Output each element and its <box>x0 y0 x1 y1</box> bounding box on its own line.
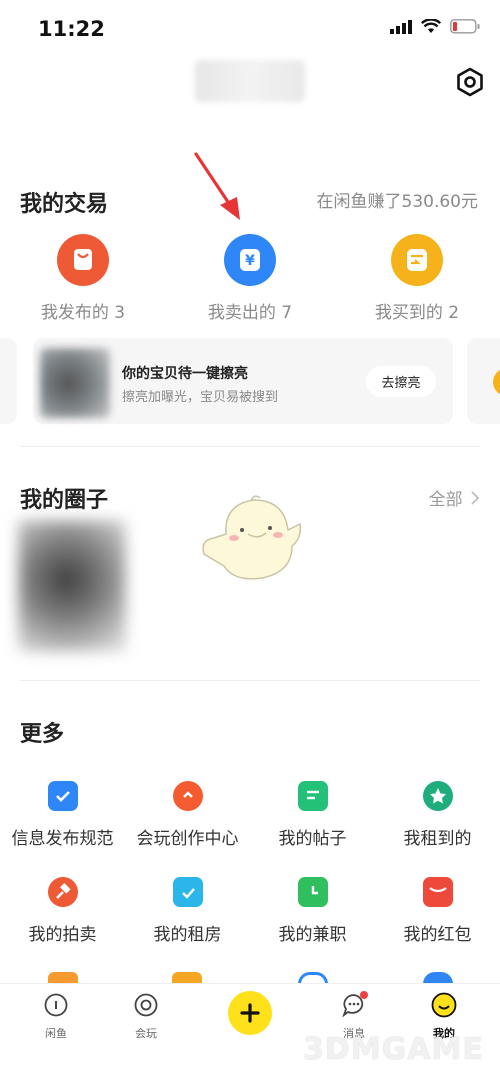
grid-item-label: 我的红包 <box>403 925 472 945</box>
yuan-icon: ¥ <box>224 234 276 286</box>
target-icon <box>134 993 158 1017</box>
more-section-title: 更多 <box>20 722 65 747</box>
trade-section-title: 我的交易 <box>20 192 109 217</box>
promo-subtitle: 擦亮加曝光，宝贝易被搜到 <box>122 390 279 405</box>
all-link-label: 全部 <box>428 490 463 510</box>
grid-item-my-housing[interactable]: 我的租房 <box>125 877 250 945</box>
trade-published-label: 我发布的 3 <box>40 303 126 323</box>
divider <box>20 680 480 681</box>
grid-item-label: 我的帖子 <box>278 829 347 849</box>
grid-item-label: 信息发布规范 <box>11 829 114 849</box>
promo-title: 你的宝贝待一键擦亮 <box>122 366 248 382</box>
grid-item-label: 我的拍卖 <box>28 925 97 945</box>
cellular-signal-icon <box>390 19 412 34</box>
trade-sold[interactable]: ¥ 我卖出的 7 <box>185 234 315 323</box>
unread-dot <box>360 991 368 999</box>
clock-bag-icon <box>297 877 328 907</box>
status-time: 11:22 <box>38 17 105 41</box>
publish-button[interactable] <box>228 991 272 1035</box>
grid-item-my-auctions[interactable]: 我的拍卖 <box>0 877 125 945</box>
nav-tab-huiwan[interactable]: 会玩 <box>116 992 176 1041</box>
trade-bought[interactable]: 我买到的 2 <box>352 234 482 323</box>
earnings-text[interactable]: 在闲鱼赚了530.60元 <box>317 187 478 212</box>
post-icon <box>297 781 328 811</box>
house-icon <box>172 877 203 907</box>
red-arrow-annotation <box>194 152 240 220</box>
receipt-icon <box>391 234 443 286</box>
bag-icon <box>57 234 109 286</box>
carousel-prev-card[interactable] <box>0 338 17 424</box>
divider <box>20 446 480 447</box>
status-icons <box>390 19 480 34</box>
grid-item-creator-center[interactable]: 会玩创作中心 <box>125 781 250 849</box>
circle-avatar-blurred[interactable] <box>18 520 126 652</box>
polish-button[interactable]: 去擦亮 <box>366 366 436 397</box>
grid-item-my-posts[interactable]: 我的帖子 <box>250 781 375 849</box>
redpacket-icon <box>422 877 453 907</box>
plus-icon <box>240 1003 260 1023</box>
check-shield-icon <box>47 781 78 811</box>
trade-sold-label: 我卖出的 7 <box>207 303 293 323</box>
trade-bought-label: 我买到的 2 <box>374 303 460 323</box>
svg-text:¥: ¥ <box>245 253 255 269</box>
settings-hex-icon[interactable] <box>455 67 485 97</box>
grid-item-label: 我的租房 <box>153 925 222 945</box>
nav-tab-xianyu[interactable]: 闲鱼 <box>26 992 86 1041</box>
grid-item-label: 我的兼职 <box>278 925 347 945</box>
nav-label: 闲鱼 <box>45 1027 67 1040</box>
grid-item-label: 会玩创作中心 <box>136 829 239 849</box>
grid-item-my-rented[interactable]: 我租到的 <box>375 781 500 849</box>
hammer-icon <box>47 877 78 907</box>
coin-icon <box>493 368 500 396</box>
chat-icon <box>342 991 368 1018</box>
battery-low-icon <box>450 19 480 34</box>
bulb-icon <box>172 781 203 811</box>
smile-icon <box>431 992 457 1018</box>
trade-published[interactable]: 我发布的 3 <box>18 234 148 323</box>
carousel-next-card[interactable] <box>467 338 500 424</box>
grid-item-publish-rules[interactable]: 信息发布规范 <box>0 781 125 849</box>
nav-label: 会玩 <box>135 1027 157 1040</box>
watermark: 3DMGAME <box>303 1032 484 1067</box>
circles-section-title: 我的圈子 <box>20 488 109 513</box>
wifi-icon <box>421 19 441 33</box>
home-icon <box>44 993 68 1017</box>
grid-item-my-redpacket[interactable]: 我的红包 <box>375 877 500 945</box>
grid-item-my-parttime[interactable]: 我的兼职 <box>250 877 375 945</box>
badge-icon <box>422 781 453 811</box>
circles-all-link[interactable]: 全部 <box>429 485 480 510</box>
profile-name-blurred[interactable] <box>195 60 305 102</box>
fish-mascot-icon <box>202 495 302 580</box>
grid-item-label: 我租到的 <box>403 829 472 849</box>
chevron-right-icon <box>471 491 480 505</box>
item-thumbnail-blurred <box>40 348 110 418</box>
